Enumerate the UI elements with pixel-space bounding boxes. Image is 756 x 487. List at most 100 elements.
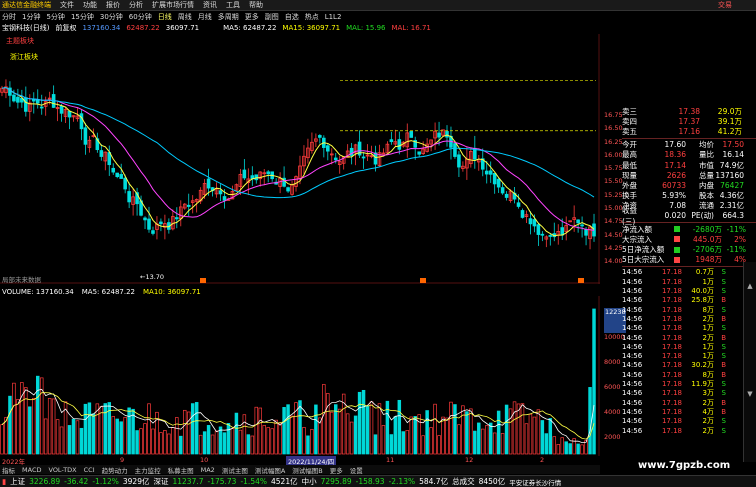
candle <box>496 178 501 188</box>
candle <box>318 135 322 138</box>
volume-bar <box>469 408 473 455</box>
toolbar-l1l2[interactable]: L1L2 <box>325 13 342 21</box>
indicator-tab[interactable]: MACD <box>22 466 41 474</box>
volume-bar <box>492 432 497 455</box>
period-day[interactable]: 日线 <box>158 12 172 22</box>
period-toolbar: 分时 1分钟 5分钟 15分钟 30分钟 60分钟 日线 周线 月线 多周期 更… <box>0 12 600 22</box>
period-5min[interactable]: 5分钟 <box>46 12 64 22</box>
tick-scrollbar[interactable]: ▲ ▼ <box>743 262 756 462</box>
volume-bar <box>83 403 88 455</box>
volume-bar <box>32 397 36 455</box>
volume-bar <box>397 399 402 455</box>
volume-bar <box>528 413 533 455</box>
indicator-tab[interactable]: 测试幅图B <box>292 465 322 475</box>
volume-bar <box>449 401 453 455</box>
stat-value: 60733 <box>662 180 686 190</box>
volume-bar <box>345 413 350 455</box>
indicator-tab[interactable]: VOL-TDX <box>48 466 76 474</box>
tick-time: 14:56 <box>622 370 643 379</box>
indicator-tab[interactable]: 测试幅图A <box>255 465 285 475</box>
menu-info[interactable]: 资讯 <box>203 0 217 10</box>
sh-change: -36.42 <box>64 477 89 486</box>
broker-name: 平安证券长沙行情 <box>509 478 562 487</box>
volume-bar <box>75 420 80 455</box>
candle <box>361 156 366 159</box>
period-15min[interactable]: 15分钟 <box>71 12 94 22</box>
volume-label: VOLUME: 137160.34 <box>2 288 74 296</box>
toolbar-hot[interactable]: 热点 <box>305 12 319 22</box>
stat-value: 664.3 <box>722 211 744 221</box>
menu-quote[interactable]: 报价 <box>106 0 120 10</box>
stat-row: 现量 2626 总量 137160 <box>622 170 756 180</box>
date-tick: 9 <box>120 456 125 464</box>
candle <box>457 154 461 168</box>
volume-bar <box>369 401 374 455</box>
stat-value: 17.60 <box>664 140 686 150</box>
trade-button[interactable]: 交易 <box>718 0 732 10</box>
volume-bar <box>337 408 342 455</box>
volume-bar <box>568 443 572 455</box>
indicator-tab[interactable]: 更多 <box>330 465 343 475</box>
sz-amount: 4521亿 <box>271 477 298 486</box>
period-week[interactable]: 周线 <box>178 12 192 22</box>
tick-row: 14:56 17.18 0.7万 S <box>622 268 756 277</box>
volume-bar <box>210 434 215 455</box>
menu-analysis[interactable]: 分析 <box>129 0 143 10</box>
toolbar-watchlist[interactable]: 自选 <box>285 12 299 22</box>
volume-bar <box>242 414 247 455</box>
indicator-tab[interactable]: 趋势动力 <box>102 465 128 475</box>
toolbar-fu[interactable]: 副图 <box>265 12 279 22</box>
indicator-tab[interactable]: 指标 <box>2 465 15 475</box>
total-value: 8450亿 <box>478 477 506 486</box>
zx-name[interactable]: 中小 <box>302 476 317 487</box>
ask-row[interactable]: 卖三 17.38 29.0万 <box>622 106 756 116</box>
volume-chart[interactable] <box>0 296 600 456</box>
tick-time: 14:56 <box>622 398 643 407</box>
sz-name[interactable]: 深证 <box>153 476 168 487</box>
volume-bar <box>524 423 529 455</box>
sh-name[interactable]: 上证 <box>10 476 25 487</box>
period-1min[interactable]: 1分钟 <box>22 12 40 22</box>
stat-value: 76427 <box>720 180 744 190</box>
tick-time: 14:56 <box>622 287 643 296</box>
tick-row: 14:56 17.18 2万 B <box>622 314 756 323</box>
volume-bar <box>24 387 28 455</box>
scroll-down-icon[interactable]: ▼ <box>744 390 756 398</box>
period-month[interactable]: 月线 <box>198 12 212 22</box>
ask-row[interactable]: 卖四 17.37 39.1万 <box>622 116 756 126</box>
tick-time: 14:56 <box>622 426 643 435</box>
sh-value: 3226.89 <box>29 477 61 486</box>
period-60min[interactable]: 60分钟 <box>129 12 152 22</box>
stat-row: 最低 17.14 市值 74.9亿 <box>622 160 756 170</box>
indicator-tab[interactable]: 设置 <box>350 465 363 475</box>
volume-bar <box>484 425 489 455</box>
menu-tools[interactable]: 工具 <box>226 0 240 10</box>
indicator-tab[interactable]: 测试主图 <box>222 465 248 475</box>
period-more[interactable]: 更多 <box>245 12 259 22</box>
menu-file[interactable]: 文件 <box>60 0 74 10</box>
volume-bar <box>441 416 445 455</box>
ask-row[interactable]: 卖五 17.16 41.2万 <box>622 126 756 136</box>
indicator-tab[interactable]: MA2 <box>201 466 215 474</box>
menu-help[interactable]: 帮助 <box>249 0 263 10</box>
tick-price: 17.18 <box>661 314 682 323</box>
sz-pct: -1.54% <box>240 477 267 486</box>
period-multi[interactable]: 多周期 <box>218 12 239 22</box>
stat-value: 137160 <box>715 170 744 180</box>
candlestick-chart[interactable] <box>0 34 600 284</box>
period-fenshi[interactable]: 分时 <box>2 12 16 22</box>
indicator-tab[interactable]: 私募主图 <box>168 465 194 475</box>
zx-amount: 584.7亿 <box>419 477 449 486</box>
tick-row: 14:56 17.18 4万 B <box>622 407 756 416</box>
candle <box>580 224 584 227</box>
price-tick: 16.50 <box>604 124 623 133</box>
menu-ext[interactable]: 扩展市场行情 <box>152 0 194 10</box>
indicator-tab[interactable]: CCI <box>84 466 95 474</box>
adjust-mode[interactable]: 前复权 <box>55 23 76 33</box>
period-30min[interactable]: 30分钟 <box>100 12 123 22</box>
menu-function[interactable]: 功能 <box>83 0 97 10</box>
candle <box>576 219 580 224</box>
volume-bar <box>282 407 286 455</box>
indicator-tab[interactable]: 主力监控 <box>135 465 161 475</box>
scroll-up-icon[interactable]: ▲ <box>744 282 756 290</box>
